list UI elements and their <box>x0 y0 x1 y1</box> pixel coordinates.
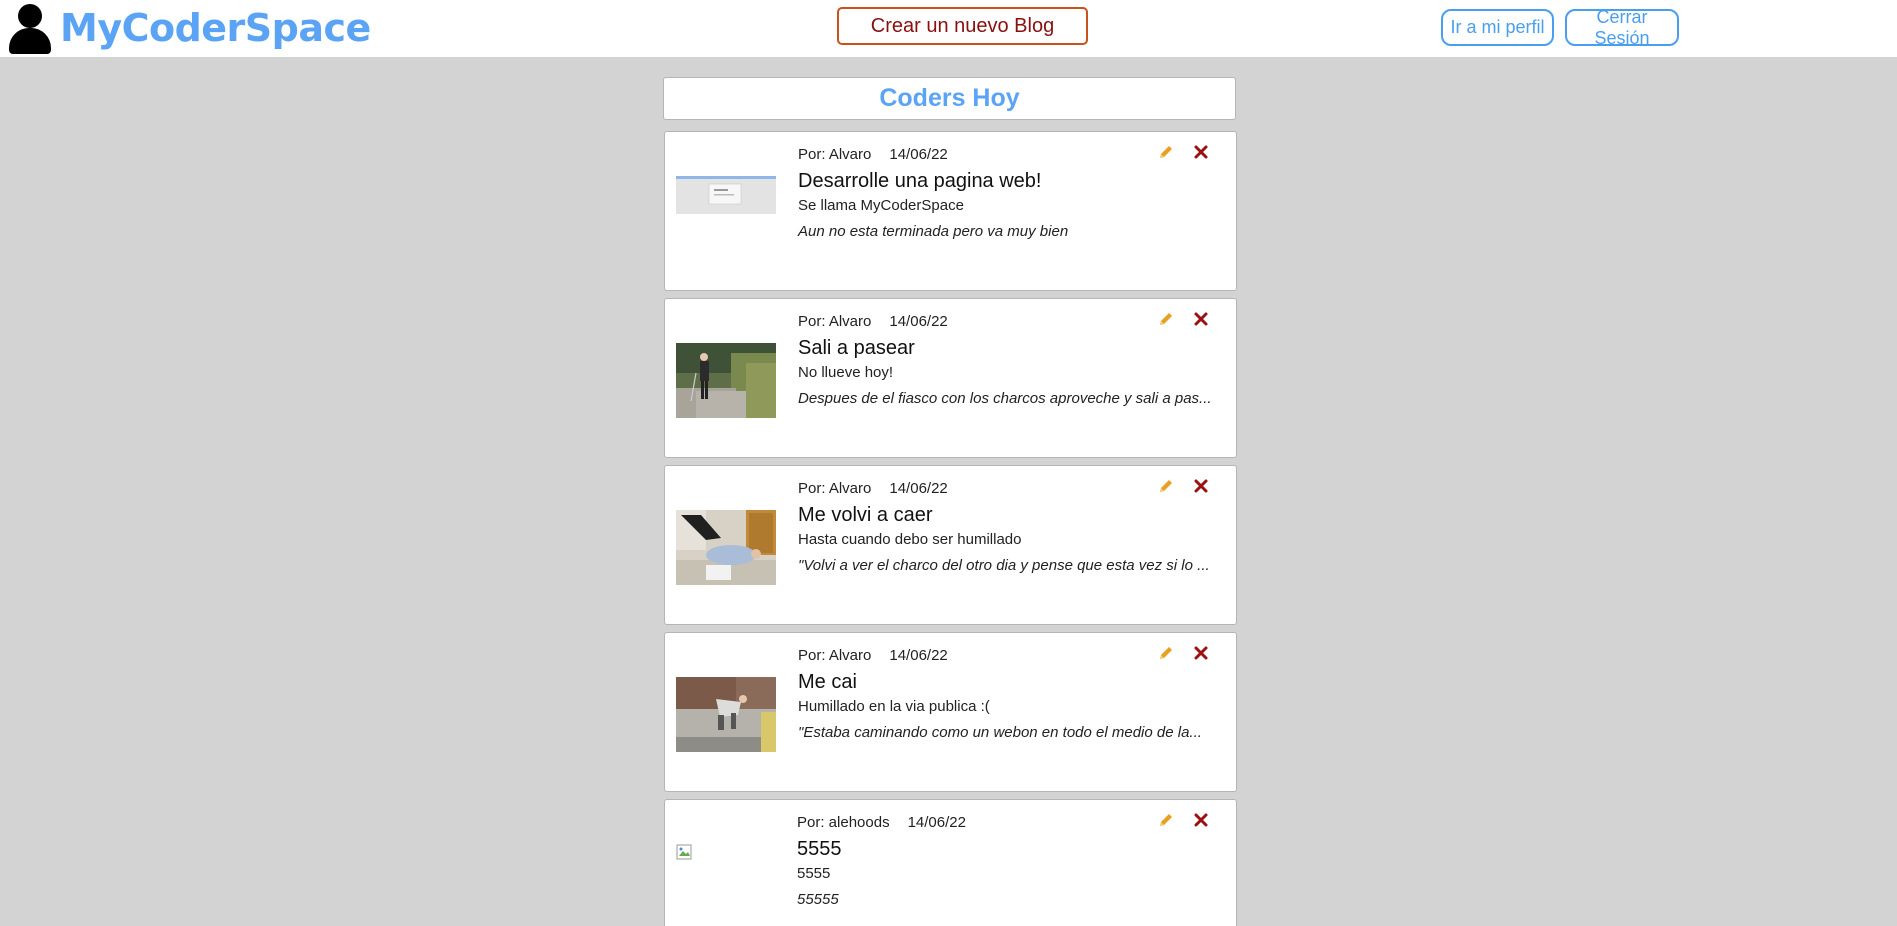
post-image-man-fallen-indoors[interactable] <box>676 510 776 585</box>
post-author: Por: Alvaro <box>798 480 872 497</box>
post-date: 14/06/22 <box>907 814 966 831</box>
post-author: Por: Alvaro <box>798 146 872 163</box>
post-image-website-screenshot[interactable] <box>676 176 776 251</box>
close-icon[interactable] <box>1192 477 1210 495</box>
post-meta: Por: Alvaro 14/06/22 <box>798 313 948 330</box>
post-meta: Por: alehoods 14/06/22 <box>797 814 966 831</box>
post-subtitle: 5555 <box>797 865 831 882</box>
user-icon <box>6 2 52 54</box>
post-excerpt: "Volvi a ver el charco del otro dia y pe… <box>798 557 1210 574</box>
close-icon[interactable] <box>1192 644 1210 662</box>
close-icon[interactable] <box>1192 143 1210 161</box>
post-meta: Por: Alvaro 14/06/22 <box>798 647 948 664</box>
post-author: Por: alehoods <box>797 814 890 831</box>
post-excerpt: Despues de el fiasco con los charcos apr… <box>798 390 1212 407</box>
post-subtitle: Hasta cuando debo ser humillado <box>798 531 1022 548</box>
post-excerpt: "Estaba caminando como un webon en todo … <box>798 724 1202 741</box>
post-meta: Por: Alvaro 14/06/22 <box>798 146 948 163</box>
post-card[interactable]: Por: alehoods 14/06/22 5555 5555 55555 <box>664 799 1237 926</box>
create-blog-button[interactable]: Crear un nuevo Blog <box>837 7 1088 45</box>
brand[interactable]: MyCoderSpace <box>6 2 371 54</box>
post-subtitle: Humillado en la via publica :( <box>798 698 990 715</box>
profile-button[interactable]: Ir a mi perfil <box>1441 9 1554 46</box>
post-subtitle: No llueve hoy! <box>798 364 894 381</box>
post-excerpt: Aun no esta terminada pero va muy bien <box>798 223 1069 240</box>
post-date: 14/06/22 <box>889 313 948 330</box>
feed-title: Coders Hoy <box>663 77 1236 120</box>
pencil-icon[interactable] <box>1157 143 1175 161</box>
post-card[interactable]: Por: Alvaro 14/06/22 Sali a pasear No llu… <box>664 298 1237 458</box>
navbar: MyCoderSpace Crear un nuevo Blog Ir a mi… <box>0 0 1897 57</box>
post-author: Por: Alvaro <box>798 647 872 664</box>
post-image-elderly-man-walking[interactable] <box>676 343 776 418</box>
brand-name[interactable]: MyCoderSpace <box>60 6 371 50</box>
post-image-man-fallen-street[interactable] <box>676 677 776 752</box>
pencil-icon[interactable] <box>1157 477 1175 495</box>
close-icon[interactable] <box>1192 310 1210 328</box>
post-title[interactable]: Me volvi a caer <box>798 504 933 527</box>
close-icon[interactable] <box>1192 811 1210 829</box>
post-excerpt: 55555 <box>797 891 839 908</box>
post-meta: Por: Alvaro 14/06/22 <box>798 480 948 497</box>
pencil-icon[interactable] <box>1157 811 1175 829</box>
logout-button[interactable]: Cerrar Sesión <box>1565 7 1679 48</box>
post-card[interactable]: Por: Alvaro 14/06/22 Me cai Humillado en … <box>664 632 1237 792</box>
broken-image-icon[interactable] <box>676 844 694 862</box>
post-card[interactable]: Por: Alvaro 14/06/22 Me volvi a caer Hast… <box>664 465 1237 625</box>
post-subtitle: Se llama MyCoderSpace <box>798 197 964 214</box>
post-date: 14/06/22 <box>889 480 948 497</box>
post-title[interactable]: Sali a pasear <box>798 337 915 360</box>
post-title[interactable]: 5555 <box>797 838 842 861</box>
pencil-icon[interactable] <box>1157 310 1175 328</box>
post-title[interactable]: Me cai <box>798 671 857 694</box>
post-author: Por: Alvaro <box>798 313 872 330</box>
post-title[interactable]: Desarrolle una pagina web! <box>798 170 1042 193</box>
post-date: 14/06/22 <box>889 647 948 664</box>
post-date: 14/06/22 <box>889 146 948 163</box>
pencil-icon[interactable] <box>1157 644 1175 662</box>
post-card[interactable]: Por: Alvaro 14/06/22 Desarrolle una pagin… <box>664 131 1237 291</box>
